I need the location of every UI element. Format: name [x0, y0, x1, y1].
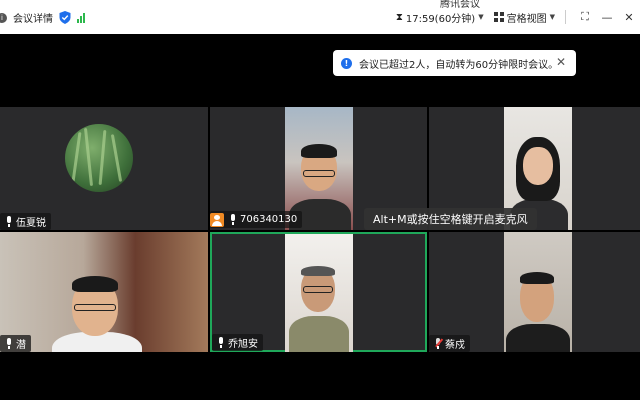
chevron-down-icon: ▼: [478, 13, 484, 21]
grid-view-icon: [493, 12, 504, 22]
title-bar: 腾讯会议 i 会议详情 ⧗ 17:59(60分钟) ▼ 宫格视图 ▼ ⛶ — ✕: [0, 0, 640, 34]
participant-name: 潜: [16, 340, 26, 351]
participant-name: 乔旭安: [228, 339, 258, 350]
participant-tile-5-speaking[interactable]: 乔旭安: [210, 232, 427, 352]
participant-video: [0, 232, 208, 352]
participant-name-tag: 乔旭安: [212, 334, 263, 351]
mic-icon: [229, 214, 237, 225]
close-icon[interactable]: ✕: [618, 11, 640, 24]
participant-name: 伍夏锐: [16, 218, 46, 229]
minimize-icon[interactable]: —: [596, 11, 618, 24]
participant-name-tag: 蔡戍: [429, 335, 470, 352]
mic-icon: [5, 216, 13, 227]
meeting-limit-notice: ! 会议已超过2人，自动转为60分钟限时会议。 ✕: [333, 50, 576, 76]
participant-name-tag: 伍夏锐: [0, 213, 51, 230]
shield-icon[interactable]: [59, 11, 71, 24]
timer-text: 17:59(60分钟): [405, 13, 476, 25]
view-mode-button[interactable]: 宫格视图 ▼: [493, 10, 555, 25]
notice-close-button[interactable]: ✕: [556, 55, 566, 69]
notice-text: 会议已超过2人，自动转为60分钟限时会议。: [359, 59, 559, 71]
avatar: [65, 124, 133, 192]
chevron-down-icon: ▼: [549, 13, 555, 21]
participant-name-tag: 潜: [0, 335, 31, 352]
participant-video: [504, 232, 572, 352]
participant-tile-6[interactable]: 蔡戍: [429, 232, 640, 352]
hourglass-icon: ⧗: [395, 11, 403, 23]
info-icon: !: [341, 57, 352, 69]
mic-icon: [5, 338, 13, 349]
info-icon[interactable]: i: [0, 12, 7, 23]
network-signal-icon[interactable]: [77, 12, 85, 23]
view-mode-label: 宫格视图: [506, 13, 547, 25]
mic-muted-icon: [434, 338, 443, 349]
meeting-details-button[interactable]: 会议详情: [13, 10, 53, 25]
participant-name: 706340130: [240, 214, 298, 225]
meeting-timer[interactable]: ⧗ 17:59(60分钟) ▼: [396, 10, 484, 25]
mic-icon: [217, 337, 225, 348]
participant-name: 蔡戍: [445, 340, 465, 351]
mic-hint-toast: Alt+M或按住空格键开启麦克风: [364, 208, 537, 230]
divider: [565, 10, 566, 24]
participant-video: [285, 234, 353, 352]
fullscreen-icon[interactable]: ⛶: [574, 10, 596, 24]
participant-tile-4[interactable]: 潜: [0, 232, 208, 352]
host-badge-icon: [210, 212, 224, 227]
participant-name-tag: 706340130: [210, 211, 303, 228]
